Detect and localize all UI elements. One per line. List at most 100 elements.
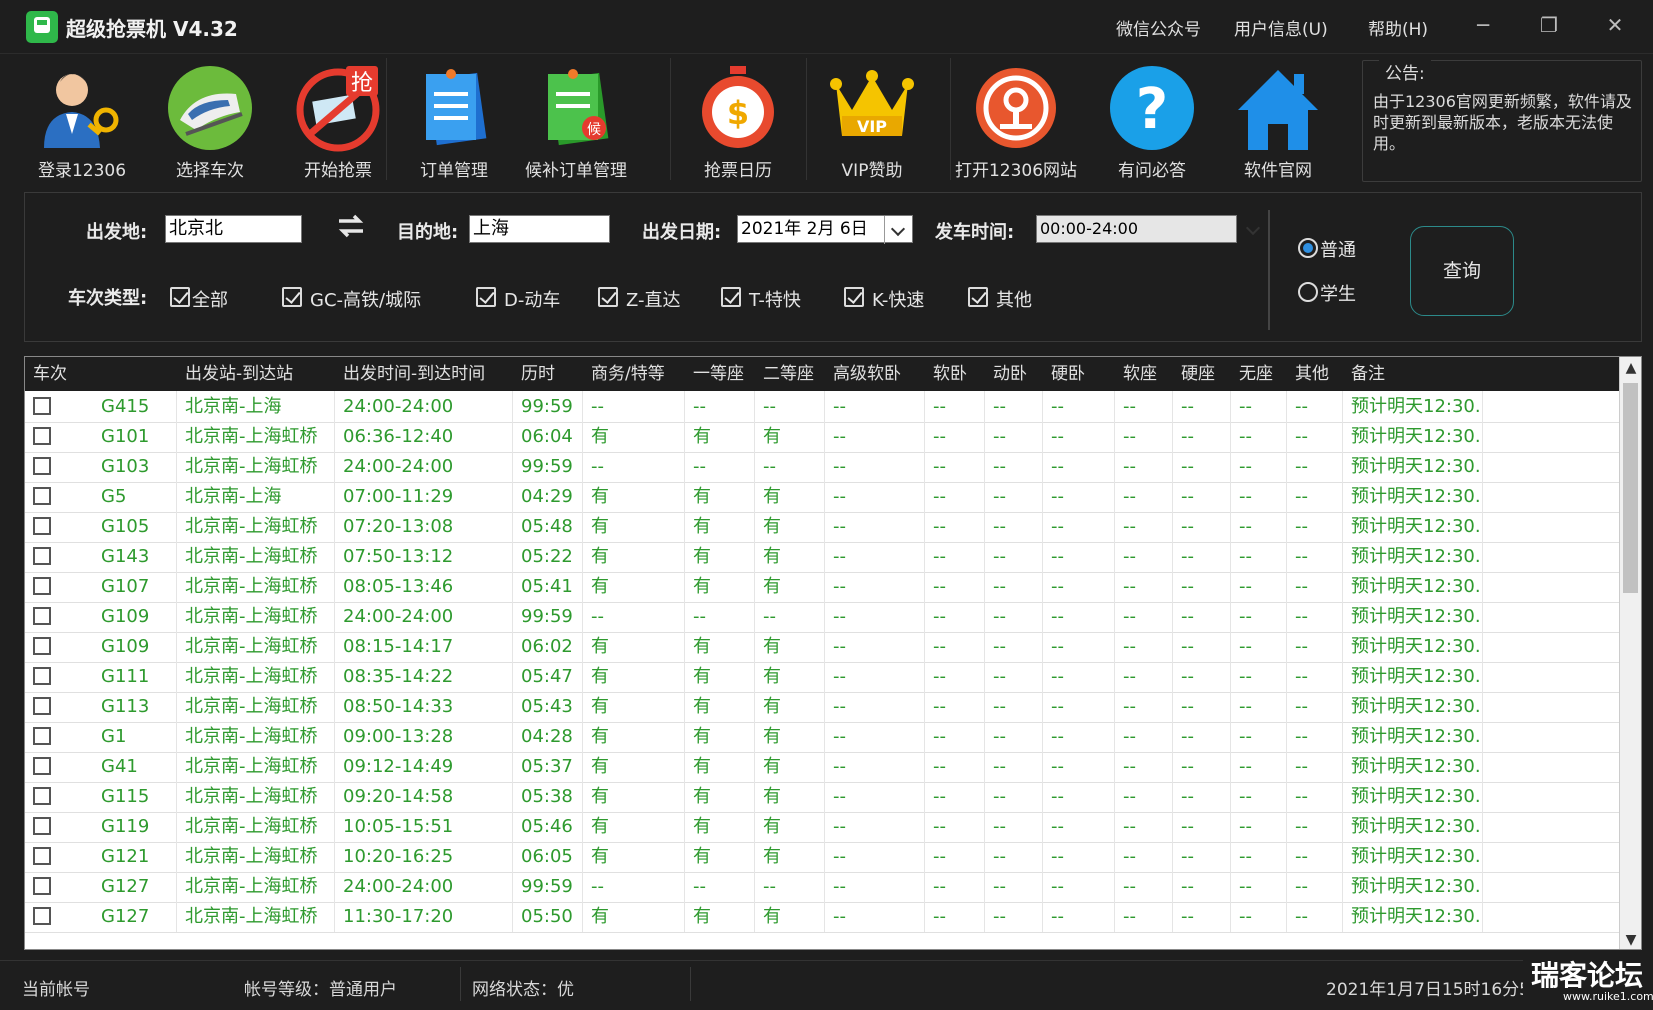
row-checkbox[interactable]	[33, 757, 51, 775]
table-row[interactable]: G1 北京南-上海虹桥 09:00-13:28 04:28 有有有 -- -- -- -- -- -…	[25, 721, 1619, 753]
row-checkbox[interactable]	[33, 637, 51, 655]
table-row[interactable]: G107 北京南-上海虹桥 08:05-13:46 05:41 有有有 -- -- -- -- -…	[25, 571, 1619, 603]
scroll-up-icon[interactable]: ▲	[1620, 357, 1641, 379]
chevron-down-icon[interactable]	[884, 216, 912, 244]
col-stations-header[interactable]: 出发站-到达站	[177, 357, 335, 391]
passenger-normal-radio[interactable]	[1298, 238, 1318, 258]
table-row[interactable]: G109 北京南-上海虹桥 08:15-14:17 06:02 有有有 -- -- -- -- -…	[25, 631, 1619, 663]
row-checkbox[interactable]	[33, 607, 51, 625]
col-business-header[interactable]: 商务/特等	[583, 357, 685, 391]
vertical-scrollbar[interactable]: ▲ ▼	[1619, 357, 1641, 949]
col-adv-sleeper-header[interactable]: 高级软卧	[825, 357, 925, 391]
type-k-checkbox[interactable]	[844, 287, 864, 307]
order-manage-button[interactable]: 订单管理	[390, 60, 518, 181]
type-gc-checkbox[interactable]	[282, 287, 302, 307]
swap-icon[interactable]	[335, 210, 367, 242]
type-d-checkbox[interactable]	[476, 287, 496, 307]
table-cell: --	[1287, 601, 1343, 632]
open-12306-button[interactable]: 打开12306网站	[952, 60, 1080, 181]
table-row[interactable]: G143 北京南-上海虹桥 07:50-13:12 05:22 有有有 -- -- -- -- -…	[25, 541, 1619, 573]
table-row[interactable]: G105 北京南-上海虹桥 07:20-13:08 05:48 有有有 -- -- -- -- -…	[25, 511, 1619, 543]
official-site-button[interactable]: 软件官网	[1214, 60, 1342, 181]
type-z-checkbox[interactable]	[598, 287, 618, 307]
toolbar-label: 抢票日历	[704, 161, 772, 181]
row-checkbox[interactable]	[33, 487, 51, 505]
start-grab-button[interactable]: 抢 开始抢票	[274, 60, 402, 181]
table-row[interactable]: G109 北京南-上海虹桥 24:00-24:00 99:59 -- -- -- -- -- --…	[25, 601, 1619, 633]
waitlist-order-button[interactable]: 候 候补订单管理	[512, 60, 640, 181]
type-all-checkbox[interactable]	[170, 287, 190, 307]
grab-calendar-button[interactable]: $ 抢票日历	[674, 60, 802, 181]
restore-icon[interactable]: ❐	[1534, 10, 1564, 40]
select-train-button[interactable]: 选择车次	[146, 60, 274, 181]
table-row[interactable]: G113 北京南-上海虹桥 08:50-14:33 05:43 有有有 -- -- -- -- -…	[25, 691, 1619, 723]
col-first-header[interactable]: 一等座	[685, 357, 755, 391]
menu-help[interactable]: 帮助(H)	[1368, 15, 1428, 40]
row-checkbox[interactable]	[33, 517, 51, 535]
date-picker[interactable]: 2021年 2月 6日	[737, 215, 913, 244]
row-checkbox[interactable]	[33, 817, 51, 835]
table-row[interactable]: G119 北京南-上海虹桥 10:05-15:51 05:46 有有有 -- -- -- -- -…	[25, 811, 1619, 843]
table-cell: 05:47	[513, 661, 583, 692]
row-checkbox[interactable]	[33, 787, 51, 805]
table-row[interactable]: G115 北京南-上海虹桥 09:20-14:58 05:38 有有有 -- -- -- -- -…	[25, 781, 1619, 813]
minimize-icon[interactable]: ─	[1468, 10, 1498, 40]
col-other-header[interactable]: 其他	[1287, 357, 1343, 391]
faq-button[interactable]: ? 有问必答	[1088, 60, 1216, 181]
type-other-checkbox[interactable]	[968, 287, 988, 307]
vip-button[interactable]: VIP VIP赞助	[808, 60, 936, 181]
col-second-header[interactable]: 二等座	[755, 357, 825, 391]
from-station-input[interactable]: 北京北	[165, 215, 302, 243]
menu-user-info[interactable]: 用户信息(U)	[1234, 15, 1328, 40]
row-checkbox[interactable]	[33, 697, 51, 715]
scroll-down-icon[interactable]: ▼	[1620, 929, 1641, 949]
login-button[interactable]: 登录12306	[18, 60, 146, 181]
col-soft-seat-header[interactable]: 软座	[1115, 357, 1173, 391]
close-icon[interactable]: ✕	[1600, 10, 1630, 40]
row-checkbox[interactable]	[33, 457, 51, 475]
col-hard-sleeper-header[interactable]: 硬卧	[1043, 357, 1115, 391]
table-row[interactable]: G111 北京南-上海虹桥 08:35-14:22 05:47 有有有 -- -- -- -- -…	[25, 661, 1619, 693]
table-cell: --	[825, 871, 925, 902]
type-t-checkbox[interactable]	[721, 287, 741, 307]
chevron-down-icon[interactable]	[1240, 215, 1268, 243]
col-duration-header[interactable]: 历时	[513, 357, 583, 391]
table-row[interactable]: G127 北京南-上海虹桥 24:00-24:00 99:59 -- -- -- -- -- --…	[25, 871, 1619, 903]
table-cell: --	[985, 391, 1043, 422]
table-row[interactable]: G103 北京南-上海虹桥 24:00-24:00 99:59 -- -- -- -- -- --…	[25, 451, 1619, 483]
row-checkbox[interactable]	[33, 397, 51, 415]
col-motor-sleeper-header[interactable]: 动卧	[985, 357, 1043, 391]
time-range-select[interactable]: 00:00-24:00	[1036, 215, 1237, 243]
table-cell: G109	[93, 601, 177, 632]
query-button[interactable]: 查询	[1410, 226, 1514, 316]
table-row[interactable]: G415 北京南-上海 24:00-24:00 99:59 -- -- -- -- -- -- --…	[25, 391, 1619, 423]
table-cell: 北京南-上海虹桥	[177, 541, 335, 572]
col-times-header[interactable]: 出发时间-到达时间	[335, 357, 513, 391]
table-row[interactable]: G121 北京南-上海虹桥 10:20-16:25 06:05 有有有 -- -- -- -- -…	[25, 841, 1619, 873]
table-cell: --	[755, 391, 825, 422]
passenger-student-radio[interactable]	[1298, 282, 1318, 302]
table-row[interactable]: G41 北京南-上海虹桥 09:12-14:49 05:37 有有有 -- -- -- -- --…	[25, 751, 1619, 783]
row-checkbox[interactable]	[33, 577, 51, 595]
col-remark-header[interactable]: 备注	[1343, 357, 1483, 391]
to-station-input[interactable]: 上海	[469, 215, 610, 243]
table-cell: --	[985, 511, 1043, 542]
table-cell: --	[1043, 601, 1115, 632]
row-checkbox[interactable]	[33, 877, 51, 895]
table-row[interactable]: G5 北京南-上海 07:00-11:29 04:29 有有有 -- -- -- -- -- -- -…	[25, 481, 1619, 513]
col-no-seat-header[interactable]: 无座	[1231, 357, 1287, 391]
watermark-url: www.ruike1.com	[1563, 990, 1653, 1003]
row-checkbox[interactable]	[33, 727, 51, 745]
table-row[interactable]: G101 北京南-上海虹桥 06:36-12:40 06:04 有有有 -- -- -- -- -…	[25, 421, 1619, 453]
row-checkbox[interactable]	[33, 847, 51, 865]
menu-wechat[interactable]: 微信公众号	[1116, 15, 1201, 40]
col-train-no-header[interactable]: 车次	[25, 357, 177, 391]
table-row[interactable]: G127 北京南-上海虹桥 11:30-17:20 05:50 有有有 -- -- -- -- -…	[25, 901, 1619, 933]
col-soft-sleeper-header[interactable]: 软卧	[925, 357, 985, 391]
scroll-thumb[interactable]	[1623, 383, 1638, 593]
row-checkbox[interactable]	[33, 427, 51, 445]
row-checkbox[interactable]	[33, 907, 51, 925]
col-hard-seat-header[interactable]: 硬座	[1173, 357, 1231, 391]
row-checkbox[interactable]	[33, 547, 51, 565]
row-checkbox[interactable]	[33, 667, 51, 685]
